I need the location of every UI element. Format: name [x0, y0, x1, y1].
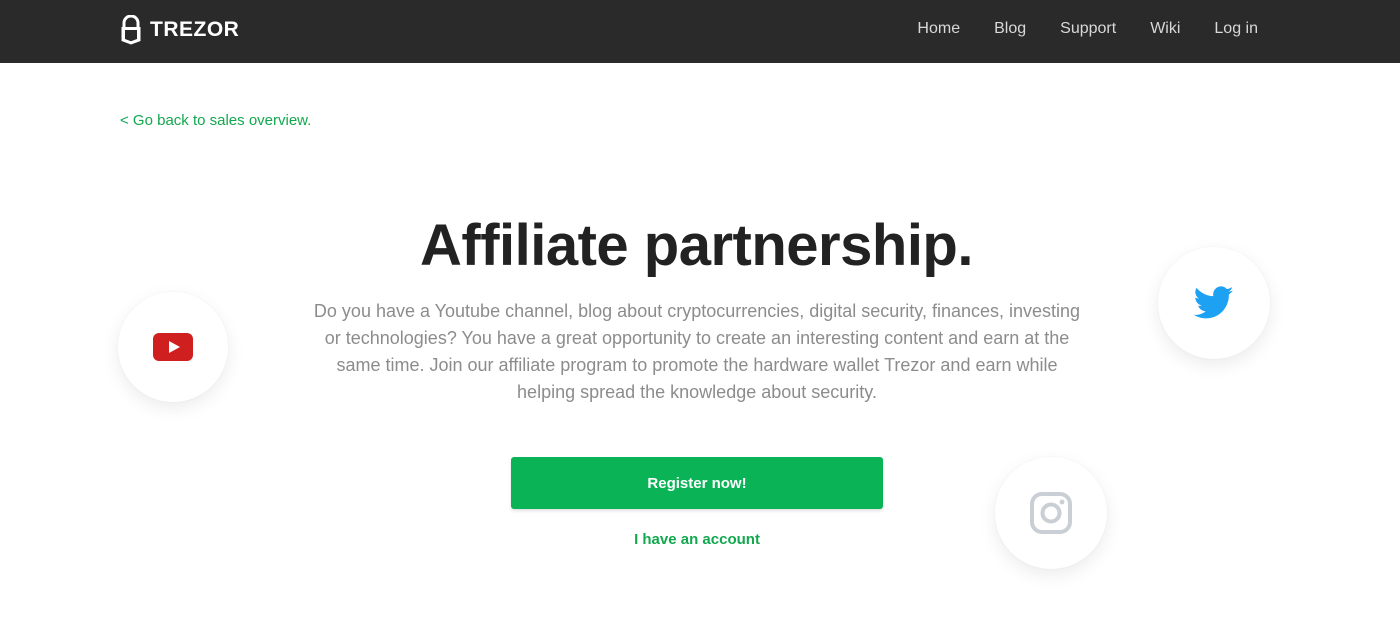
nav-link-support[interactable]: Support — [1060, 20, 1116, 38]
twitter-icon — [1194, 286, 1234, 319]
brand-name: TREZOR — [150, 18, 240, 41]
nav-link-home[interactable]: Home — [917, 20, 960, 38]
main-nav: Home Blog Support Wiki Log in — [917, 0, 1258, 58]
trezor-lock-icon — [121, 15, 141, 45]
nav-link-login[interactable]: Log in — [1214, 20, 1258, 38]
intro-paragraph: Do you have a Youtube channel, blog abou… — [313, 301, 1081, 402]
nav-link-wiki[interactable]: Wiki — [1150, 20, 1180, 38]
have-account-link[interactable]: I have an account — [0, 531, 1394, 548]
register-now-button[interactable]: Register now! — [511, 457, 883, 509]
instagram-bubble — [995, 457, 1107, 569]
twitter-bubble — [1158, 247, 1270, 359]
trezor-logo[interactable]: TREZOR — [120, 14, 239, 46]
nav-link-blog[interactable]: Blog — [994, 20, 1026, 38]
back-to-sales-link[interactable]: < Go back to sales overview. — [120, 112, 311, 129]
youtube-bubble — [118, 292, 228, 402]
youtube-icon — [153, 333, 193, 361]
instagram-icon — [1030, 492, 1072, 534]
top-navigation-bar: TREZOR Home Blog Support Wiki Log in — [0, 0, 1400, 63]
